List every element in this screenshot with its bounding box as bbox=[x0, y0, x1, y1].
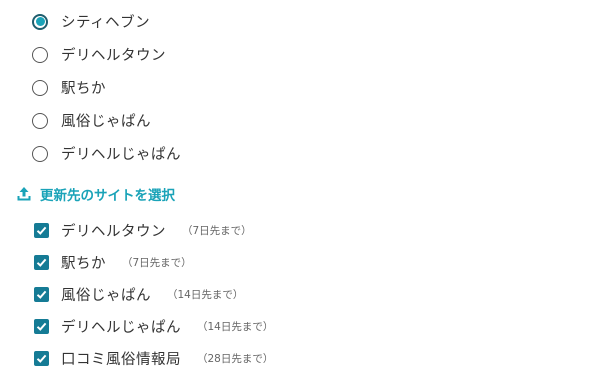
site-period-note: （14日先まで） bbox=[167, 288, 244, 301]
radio-option-label: 風俗じゃぱん bbox=[61, 114, 151, 130]
site-checkbox-row-ekichika[interactable]: 駅ちか （7日先まで） bbox=[34, 246, 273, 278]
checkbox-checked[interactable] bbox=[34, 318, 49, 334]
radio-button[interactable] bbox=[32, 145, 48, 162]
upload-icon bbox=[16, 186, 32, 202]
site-checkbox-row-kuchikomi[interactable]: 口コミ風俗情報局 （28日先まで） bbox=[34, 342, 273, 374]
radio-option-label: 駅ちか bbox=[61, 81, 106, 97]
radio-option-deliherujapan[interactable]: デリヘルじゃぱん bbox=[32, 137, 181, 170]
radio-button-selected[interactable] bbox=[32, 13, 48, 30]
site-checkbox-row-fuzokujapan[interactable]: 風俗じゃぱん （14日先まで） bbox=[34, 278, 273, 310]
radio-button[interactable] bbox=[32, 79, 48, 96]
update-site-checklist: デリヘルタウン （7日先まで） 駅ちか （7日先まで） 風俗じゃぱん （14日先… bbox=[34, 214, 273, 374]
site-label: デリヘルじゃぱん bbox=[61, 319, 181, 336]
checkbox-checked[interactable] bbox=[34, 286, 49, 302]
site-selection-panel: シティヘブン デリヘルタウン 駅ちか 風俗じゃぱん デリヘルじゃぱん 更新先のサ… bbox=[0, 0, 600, 375]
site-period-note: （14日先まで） bbox=[197, 320, 274, 333]
site-period-note: （28日先まで） bbox=[197, 352, 274, 365]
update-target-heading: 更新先のサイトを選択 bbox=[16, 184, 175, 204]
checkbox-checked[interactable] bbox=[34, 222, 49, 238]
radio-option-label: デリヘルタウン bbox=[61, 48, 166, 64]
site-label: デリヘルタウン bbox=[61, 223, 166, 240]
site-checkbox-row-deliherutown[interactable]: デリヘルタウン （7日先まで） bbox=[34, 214, 273, 246]
checkbox-checked[interactable] bbox=[34, 254, 49, 270]
radio-option-fuzokujapan[interactable]: 風俗じゃぱん bbox=[32, 104, 181, 137]
checkmark-icon bbox=[36, 354, 47, 363]
source-site-radio-group: シティヘブン デリヘルタウン 駅ちか 風俗じゃぱん デリヘルじゃぱん bbox=[32, 5, 181, 170]
radio-button[interactable] bbox=[32, 46, 48, 63]
site-label: 口コミ風俗情報局 bbox=[61, 351, 181, 368]
site-period-note: （7日先まで） bbox=[122, 256, 192, 269]
radio-option-label: シティヘブン bbox=[61, 15, 151, 31]
checkbox-checked[interactable] bbox=[34, 350, 49, 366]
radio-option-deliherutown[interactable]: デリヘルタウン bbox=[32, 38, 181, 71]
radio-button[interactable] bbox=[32, 112, 48, 129]
site-label: 駅ちか bbox=[61, 255, 106, 272]
radio-option-cityheaven[interactable]: シティヘブン bbox=[32, 5, 181, 38]
site-period-note: （7日先まで） bbox=[182, 224, 252, 237]
checkmark-icon bbox=[36, 322, 47, 331]
radio-option-ekichika[interactable]: 駅ちか bbox=[32, 71, 181, 104]
checkmark-icon bbox=[36, 258, 47, 267]
checkmark-icon bbox=[36, 290, 47, 299]
update-target-heading-text: 更新先のサイトを選択 bbox=[40, 188, 175, 204]
site-checkbox-row-deliherujapan[interactable]: デリヘルじゃぱん （14日先まで） bbox=[34, 310, 273, 342]
radio-option-label: デリヘルじゃぱん bbox=[61, 147, 181, 163]
checkmark-icon bbox=[36, 226, 47, 235]
site-label: 風俗じゃぱん bbox=[61, 287, 151, 304]
